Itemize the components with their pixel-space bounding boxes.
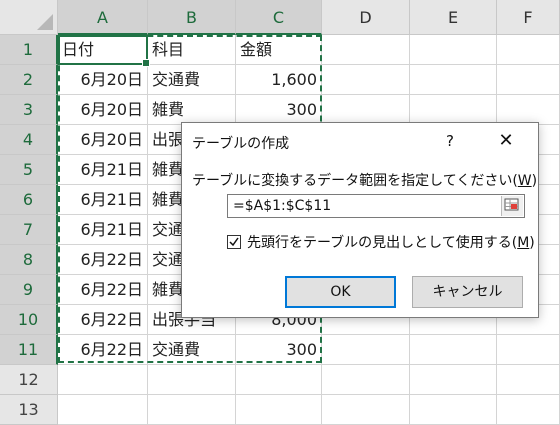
cell-a6[interactable]: 6月21日	[58, 185, 148, 215]
row-header-10[interactable]: 10	[0, 305, 58, 335]
header-row-checkbox[interactable]	[227, 235, 241, 249]
cell-c2[interactable]: 1,600	[236, 65, 322, 95]
row-header-11[interactable]: 11	[0, 335, 58, 365]
row-header-5[interactable]: 5	[0, 155, 58, 185]
cell-c12[interactable]	[236, 365, 322, 395]
dialog-title: テーブルの作成	[192, 136, 290, 152]
header-row-accesskey: M	[517, 235, 530, 251]
cell-f1[interactable]	[497, 35, 560, 65]
cell-f12[interactable]	[497, 365, 560, 395]
cell-a2[interactable]: 6月20日	[58, 65, 148, 95]
range-prompt-text: テーブルに変換するデータ範囲を指定してください(	[192, 173, 518, 189]
select-all-corner[interactable]	[0, 0, 58, 35]
close-button[interactable]: ✕	[494, 129, 518, 153]
cell-f3[interactable]	[497, 95, 560, 125]
cell-b11[interactable]: 交通費	[148, 335, 236, 365]
cell-e3[interactable]	[410, 95, 497, 125]
cell-c13[interactable]	[236, 395, 322, 425]
header-row-text: 先頭行をテーブルの見出しとして使用する(	[247, 235, 518, 251]
cell-a4[interactable]: 6月20日	[58, 125, 148, 155]
cell-a3[interactable]: 6月20日	[58, 95, 148, 125]
cell-d3[interactable]	[322, 95, 410, 125]
row-header-4[interactable]: 4	[0, 125, 58, 155]
cell-f11[interactable]	[497, 335, 560, 365]
active-cell-border	[58, 35, 150, 67]
column-header-b[interactable]: B	[148, 0, 236, 35]
column-header-a[interactable]: A	[58, 0, 148, 35]
range-field	[227, 194, 525, 218]
cell-a8[interactable]: 6月22日	[58, 245, 148, 275]
row-header-3[interactable]: 3	[0, 95, 58, 125]
row-header-7[interactable]: 7	[0, 215, 58, 245]
cell-a5[interactable]: 6月21日	[58, 155, 148, 185]
range-prompt-label: テーブルに変換するデータ範囲を指定してください(W)	[192, 170, 537, 190]
cell-a9[interactable]: 6月22日	[58, 275, 148, 305]
range-select-icon	[504, 198, 519, 211]
range-prompt-accesskey: W	[517, 173, 532, 189]
ok-button[interactable]: OK	[285, 276, 396, 308]
header-row-end: )	[529, 235, 535, 251]
checkmark-icon	[229, 237, 239, 247]
cell-e2[interactable]	[410, 65, 497, 95]
cell-a10[interactable]: 6月22日	[58, 305, 148, 335]
cell-c11[interactable]: 300	[236, 335, 322, 365]
range-prompt-end: )	[531, 173, 538, 189]
row-header-12[interactable]: 12	[0, 365, 58, 395]
cell-e11[interactable]	[410, 335, 497, 365]
row-header-6[interactable]: 6	[0, 185, 58, 215]
select-all-triangle-icon	[37, 14, 53, 30]
header-row-option[interactable]: 先頭行をテーブルの見出しとして使用する(M)	[227, 232, 535, 252]
range-input[interactable]	[228, 195, 506, 217]
column-header-f[interactable]: F	[497, 0, 560, 35]
cell-e12[interactable]	[410, 365, 497, 395]
cancel-button[interactable]: キャンセル	[412, 276, 523, 308]
row-header-2[interactable]: 2	[0, 65, 58, 95]
cell-b13[interactable]	[148, 395, 236, 425]
row-header-1[interactable]: 1	[0, 35, 58, 65]
cell-b3[interactable]: 雑費	[148, 95, 236, 125]
row-header-9[interactable]: 9	[0, 275, 58, 305]
cell-b12[interactable]	[148, 365, 236, 395]
cell-a7[interactable]: 6月21日	[58, 215, 148, 245]
column-header-d[interactable]: D	[322, 0, 410, 35]
fill-handle[interactable]	[142, 59, 150, 67]
create-table-dialog: テーブルの作成 ? ✕ テーブルに変換するデータ範囲を指定してください(W) 先…	[181, 122, 539, 318]
cell-f13[interactable]	[497, 395, 560, 425]
cell-d2[interactable]	[322, 65, 410, 95]
cell-a11[interactable]: 6月22日	[58, 335, 148, 365]
cell-d12[interactable]	[322, 365, 410, 395]
header-row-label: 先頭行をテーブルの見出しとして使用する(M)	[247, 232, 535, 252]
collapse-dialog-button[interactable]	[501, 196, 523, 216]
cell-a13[interactable]	[58, 395, 148, 425]
cell-e13[interactable]	[410, 395, 497, 425]
cell-d1[interactable]	[322, 35, 410, 65]
cell-c3[interactable]: 300	[236, 95, 322, 125]
column-header-e[interactable]: E	[410, 0, 497, 35]
cell-f2[interactable]	[497, 65, 560, 95]
help-button[interactable]: ?	[438, 129, 462, 153]
cell-d13[interactable]	[322, 395, 410, 425]
cell-b1[interactable]: 科目	[148, 35, 236, 65]
cell-d11[interactable]	[322, 335, 410, 365]
cell-c1[interactable]: 金額	[236, 35, 322, 65]
cell-a12[interactable]	[58, 365, 148, 395]
row-header-13[interactable]: 13	[0, 395, 58, 425]
column-header-c[interactable]: C	[236, 0, 322, 35]
cell-b2[interactable]: 交通費	[148, 65, 236, 95]
cell-e1[interactable]	[410, 35, 497, 65]
row-header-8[interactable]: 8	[0, 245, 58, 275]
